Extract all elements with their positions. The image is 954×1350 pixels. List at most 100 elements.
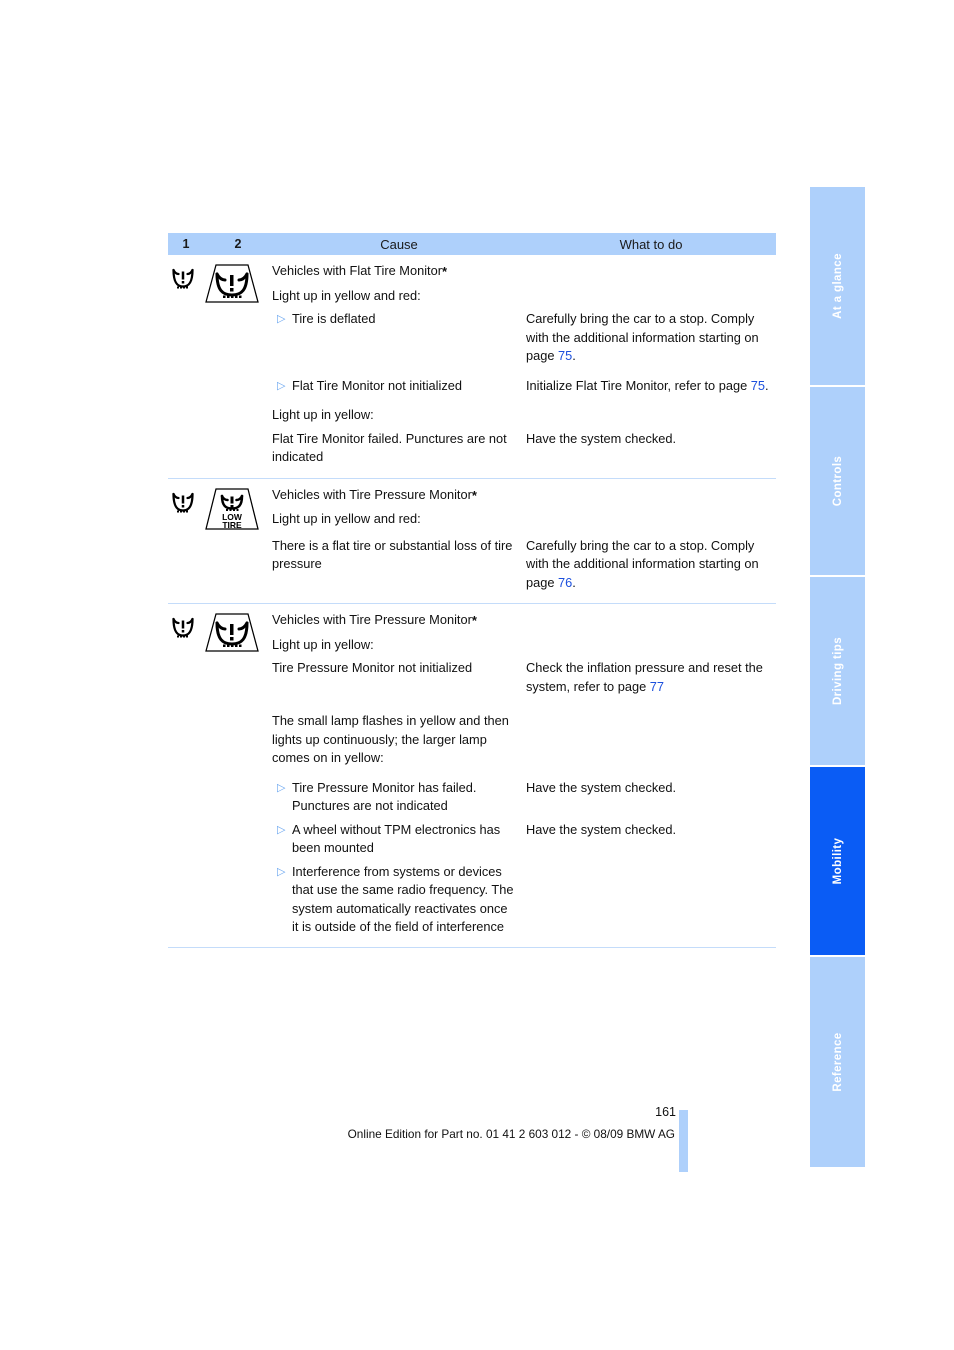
what-to-do-text: Have the system checked.: [526, 821, 677, 837]
table-row: The small lamp flashes in yellow and the…: [168, 712, 776, 768]
table-row: ▷ A wheel without TPM electronics has be…: [168, 821, 776, 858]
footer-accent-bar: [679, 1110, 688, 1172]
section-cause-column: Vehicles with Tire Pressure Monitor* Lig…: [272, 611, 526, 654]
what-to-do-text-post: .: [572, 574, 576, 590]
table-section-tire-pressure-monitor-yellow: Vehicles with Tire Pressure Monitor* Lig…: [168, 603, 776, 948]
page-reference-link[interactable]: 75: [751, 378, 765, 393]
low-tire-warning-framed-icon: LOW TIRE: [205, 487, 259, 530]
spacer-cell: [168, 821, 204, 822]
warning-icon-cell-large: [204, 611, 272, 653]
edition-notice: Online Edition for Part no. 01 41 2 603 …: [347, 1127, 675, 1141]
section-condition-1: Light up in yellow and red:: [272, 287, 421, 303]
section-title-text: Vehicles with Tire Pressure Monitor: [272, 486, 472, 502]
what-to-do-cell: Carefully bring the car to a stop. Compl…: [526, 310, 776, 366]
table-section-flat-tire-monitor: Vehicles with Flat Tire Monitor* Light u…: [168, 255, 776, 478]
section-condition-2: Light up in yellow:: [272, 407, 374, 422]
list-item: ▷ Tire Pressure Monitor has failed. Punc…: [272, 779, 514, 816]
spacer-cell: [168, 712, 204, 713]
sidebar-tab-label: Controls: [831, 455, 844, 507]
section-cause-column: Vehicles with Tire Pressure Monitor* Lig…: [272, 486, 526, 529]
section-condition-1: Light up in yellow:: [272, 636, 374, 652]
what-to-do-text-post: .: [572, 348, 576, 363]
optional-equipment-asterisk: *: [471, 613, 477, 628]
spacer-cell: [168, 537, 204, 538]
table-row: Light up in yellow:: [168, 406, 776, 425]
sidebar-tab-driving-tips[interactable]: Driving tips: [810, 577, 865, 767]
warning-icon-cell-small: [168, 611, 204, 642]
sidebar-tab-label: Mobility: [831, 837, 844, 885]
spacer-cell: [168, 779, 204, 780]
section-title: Vehicles with Tire Pressure Monitor*: [272, 611, 514, 631]
cause-text: Tire Pressure Monitor has failed. Punctu…: [292, 779, 477, 814]
what-to-do-cell: Initialize Flat Tire Monitor, refer to p…: [526, 377, 776, 396]
list-item: ▷ Flat Tire Monitor not initialized: [272, 377, 514, 396]
cause-cell: ▷ Tire is deflated: [272, 310, 526, 329]
sidebar-tab-at-a-glance[interactable]: At a glance: [810, 187, 865, 387]
what-to-do-text-post: .: [765, 377, 769, 393]
table-row: ▷ Tire is deflated Carefully bring the c…: [168, 310, 776, 366]
table-row: ▷ Interference from systems or devices t…: [168, 863, 776, 937]
what-to-do-text: Initialize Flat Tire Monitor, refer to p…: [526, 377, 751, 393]
sidebar-tab-label: At a glance: [831, 253, 844, 319]
what-to-do-text: Have the system checked.: [526, 430, 677, 446]
table-header-col2: 2: [234, 237, 242, 251]
page-reference-link[interactable]: 76: [558, 575, 572, 590]
cause-text: Flat Tire Monitor failed. Punctures are …: [272, 430, 507, 465]
cause-cell: ▷ A wheel without TPM electronics has be…: [272, 821, 526, 858]
table-row: There is a flat tire or substantial loss…: [168, 537, 776, 604]
optional-equipment-asterisk: *: [471, 487, 477, 503]
section-title-text: Vehicles with Flat Tire Monitor: [272, 263, 442, 278]
cause-text: Flat Tire Monitor not initialized: [292, 377, 462, 393]
warning-icon-cell-small: [168, 262, 204, 293]
table-section-tire-pressure-monitor-red: LOW TIRE Vehicles with Tire Pressure Mon…: [168, 477, 776, 604]
optional-equipment-asterisk: *: [441, 264, 448, 279]
page-reference-link[interactable]: 75: [558, 348, 572, 363]
spacer-cell: [168, 310, 204, 311]
spacer-cell: [168, 430, 204, 431]
section-title-text: Vehicles with Tire Pressure Monitor: [272, 612, 472, 627]
triangle-bullet-icon: ▷: [277, 865, 286, 878]
spacer-cell: [168, 863, 204, 864]
sidebar-tab-mobility[interactable]: Mobility: [810, 767, 865, 957]
table-row: ▷ Tire Pressure Monitor has failed. Punc…: [168, 779, 776, 816]
what-to-do-cell: Carefully bring the car to a stop. Compl…: [526, 537, 776, 593]
tire-pressure-warning-icon: [172, 617, 194, 638]
tire-pressure-warning-framed-icon: [205, 264, 259, 303]
triangle-bullet-icon: ▷: [277, 823, 286, 836]
list-item: ▷ Interference from systems or devices t…: [272, 863, 514, 937]
section-title: Vehicles with Flat Tire Monitor*: [272, 262, 514, 282]
table-row: Vehicles with Tire Pressure Monitor* Lig…: [168, 611, 776, 654]
sidebar-tab-label: Driving tips: [831, 636, 844, 706]
what-to-do-cell: Check the inflation pressure and reset t…: [526, 659, 776, 696]
table-row: Vehicles with Flat Tire Monitor* Light u…: [168, 262, 776, 305]
table-header-col1: 1: [182, 237, 190, 251]
triangle-bullet-icon: ▷: [277, 379, 286, 392]
spacer-cell: [168, 659, 204, 660]
section-tab-rail: At a glance Controls Driving tips Mobili…: [810, 187, 865, 1167]
what-to-do-text: Check the inflation pressure and reset t…: [526, 660, 763, 694]
table-row: ▷ Flat Tire Monitor not initialized Init…: [168, 377, 776, 396]
triangle-bullet-icon: ▷: [277, 781, 286, 794]
warning-icon-cell-small: [168, 486, 204, 517]
warning-icon-cell-large: [204, 262, 272, 304]
warning-icon-cell-large: LOW TIRE: [204, 486, 272, 532]
spacer-cell: [168, 406, 204, 407]
cause-cell: ▷ Interference from systems or devices t…: [272, 863, 526, 937]
sidebar-tab-reference[interactable]: Reference: [810, 957, 865, 1167]
tire-pressure-warning-framed-icon: [205, 613, 259, 652]
section-condition-1: Light up in yellow and red:: [272, 511, 421, 526]
page-reference-link[interactable]: 77: [650, 679, 664, 694]
cause-text: A wheel without TPM electronics has been…: [292, 821, 501, 856]
section-condition-2: The small lamp flashes in yellow and the…: [272, 713, 509, 765]
sidebar-tab-label: Reference: [831, 1032, 844, 1092]
sidebar-tab-controls[interactable]: Controls: [810, 387, 865, 577]
cause-cell: ▷ Flat Tire Monitor not initialized: [272, 377, 526, 396]
table-row: LOW TIRE Vehicles with Tire Pressure Mon…: [168, 486, 776, 532]
table-header-what-to-do: What to do: [619, 236, 683, 252]
cause-text: Tire Pressure Monitor not initialized: [272, 660, 473, 675]
warning-lamp-table: 1 2 Cause What to do Vehicles with Flat …: [168, 233, 776, 948]
section-cause-column: Vehicles with Flat Tire Monitor* Light u…: [272, 262, 526, 305]
page-number: 161: [655, 1105, 676, 1119]
table-row: Flat Tire Monitor failed. Punctures are …: [168, 430, 776, 478]
tire-pressure-warning-icon: [172, 492, 194, 512]
